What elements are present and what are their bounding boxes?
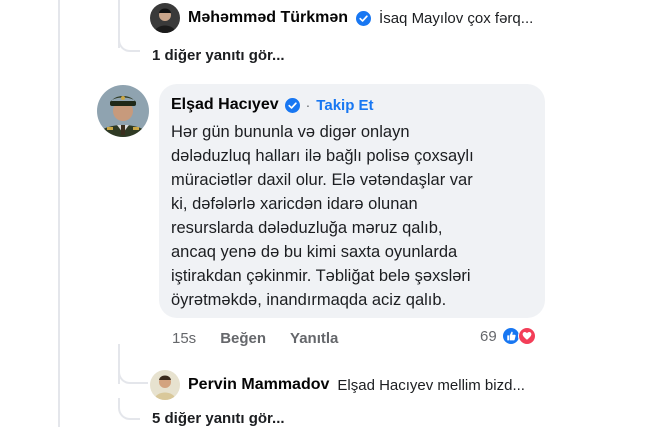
like-reaction-icon xyxy=(501,327,520,345)
reply-author[interactable]: Pervin Mammadov xyxy=(188,376,329,394)
avatar[interactable] xyxy=(150,3,180,33)
thread-guide-line xyxy=(58,0,60,427)
reply-author[interactable]: Məhəmməd Türkmən xyxy=(188,9,348,27)
comment-timestamp[interactable]: 15s xyxy=(172,330,196,347)
comment-line: iştirakdan çəkinmir. Təbliğat belə şəxsl… xyxy=(171,267,471,285)
reply-snippet[interactable]: Elşad Hacıyev mellim bizd... xyxy=(337,377,525,394)
view-more-replies-link[interactable]: 1 diğer yanıtı gör... xyxy=(152,47,285,64)
verified-badge-icon xyxy=(284,97,300,113)
comment-line: resurslarda dələduzluğa məruz qalıb, xyxy=(171,219,443,237)
comment-line: dələduzluq halları ilə bağlı polisə çoxs… xyxy=(171,147,474,165)
reaction-count: 69 xyxy=(480,327,497,345)
reply-snippet[interactable]: İsaq Mayılov çox fərq... xyxy=(379,10,533,27)
separator-dot: · xyxy=(305,97,311,113)
comment-actions: 15s Beğen Yanıtla xyxy=(172,330,338,347)
view-more-replies-link[interactable]: 5 diğer yanıtı gör... xyxy=(152,410,285,427)
comment-thread: Məhəmməd Türkmən İsaq Mayılov çox fərq..… xyxy=(0,0,649,427)
love-reaction-icon xyxy=(517,327,536,345)
thread-guide-curve xyxy=(118,398,140,420)
reply-item: Məhəmməd Türkmən İsaq Mayılov çox fərq..… xyxy=(150,3,533,33)
avatar[interactable] xyxy=(97,85,149,137)
like-button[interactable]: Beğen xyxy=(220,330,266,347)
comment-line: Hər gün bununla və digər onlayn xyxy=(171,123,410,141)
comment-bubble: Elşad Hacıyev · Takip Et Hər gün bununla… xyxy=(159,84,545,318)
comment-line: ancaq yenə də bu kimi saxta oyunlarda xyxy=(171,243,458,261)
thread-guide-curve xyxy=(118,362,148,384)
follow-button[interactable]: Takip Et xyxy=(316,97,373,114)
reply-button[interactable]: Yanıtla xyxy=(290,330,338,347)
comment-line: ki, dəfələrlə xaricdən idarə olunan xyxy=(171,195,418,213)
avatar[interactable] xyxy=(150,370,180,400)
reply-item: Pervin Mammadov Elşad Hacıyev mellim biz… xyxy=(150,370,525,400)
thread-guide-curve xyxy=(118,30,140,52)
comment-text: Hər gün bununla və digər onlayn dələduzl… xyxy=(171,120,533,312)
verified-badge-icon xyxy=(356,10,372,26)
comment-author[interactable]: Elşad Hacıyev xyxy=(171,96,279,114)
comment-line: müraciətlər daxil olur. Elə vətəndaşlar … xyxy=(171,171,473,189)
comment-line: öyrətməkdə, inandırmaqda aciz qalıb. xyxy=(171,291,447,309)
reaction-summary[interactable]: 69 xyxy=(480,327,536,345)
